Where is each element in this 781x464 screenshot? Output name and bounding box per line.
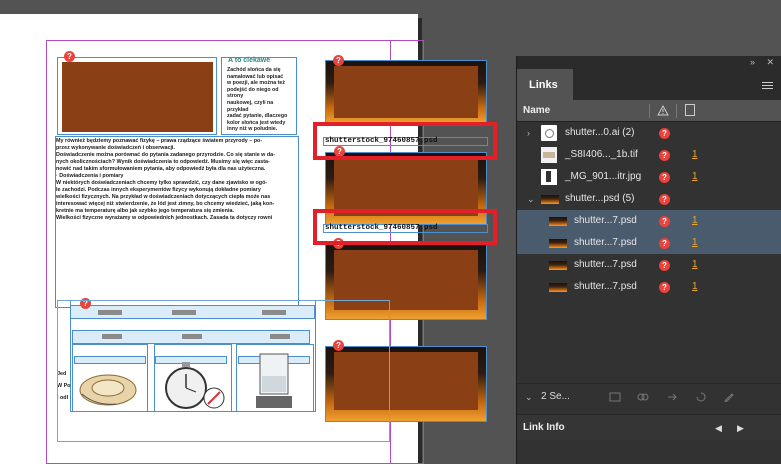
selection-count: 2 Se... xyxy=(541,391,570,402)
tab-strip xyxy=(573,69,781,101)
highlight-box xyxy=(313,209,497,245)
panel-menu-icon[interactable] xyxy=(762,82,773,89)
page-number-link[interactable]: 1 xyxy=(692,166,698,188)
tab-links[interactable]: Links xyxy=(517,69,573,101)
page-number-link[interactable]: 1 xyxy=(692,144,698,166)
missing-link-icon: ? xyxy=(659,260,670,271)
chevron-right-icon[interactable]: › xyxy=(527,122,530,144)
chevron-down-icon[interactable]: ⌄ xyxy=(525,384,533,410)
link-info-label: Link Info xyxy=(523,422,565,433)
aside-title: A to ciekawe xyxy=(228,57,271,64)
page-number-link[interactable]: 1 xyxy=(692,210,698,232)
file-thumbnail xyxy=(541,195,559,204)
go-to-link-icon[interactable] xyxy=(667,392,679,402)
warning-icon[interactable] xyxy=(657,105,669,116)
edit-original-icon[interactable] xyxy=(723,392,735,402)
aside-box: A to ciekawe Zachód słońca da się namalo… xyxy=(222,57,296,137)
file-thumbnail xyxy=(541,147,557,163)
collapse-icon[interactable]: » xyxy=(750,56,755,69)
link-name: shutter...7.psd xyxy=(574,215,637,226)
panel-title-bar: » ✕ xyxy=(517,56,781,69)
link-name: shutter...psd (5) xyxy=(565,193,635,204)
list-item[interactable]: shutter...7.psd ? 1 xyxy=(517,276,781,298)
link-name: _S8I406..._1b.tif xyxy=(565,149,638,160)
relink-icon[interactable] xyxy=(637,392,649,402)
missing-link-icon: ? xyxy=(659,238,670,249)
list-item[interactable]: shutter...7.psd ? 1 xyxy=(517,254,781,276)
missing-image-placeholder[interactable] xyxy=(334,66,478,118)
link-name: shutter...7.psd xyxy=(574,259,637,270)
link-name: _MG_901...itr.jpg xyxy=(565,171,642,182)
file-thumbnail xyxy=(541,125,557,141)
missing-link-icon: ? xyxy=(659,172,670,183)
file-thumbnail xyxy=(541,169,557,185)
close-icon[interactable]: ✕ xyxy=(766,56,774,69)
previous-arrow-icon[interactable]: ◀ xyxy=(715,415,722,441)
list-item[interactable]: _S8I406..._1b.tif ? 1 xyxy=(517,144,781,166)
list-item[interactable]: shutter...7.psd ? 1 xyxy=(517,210,781,232)
chevron-down-icon[interactable]: ⌄ xyxy=(527,188,535,210)
missing-link-icon[interactable]: ? xyxy=(333,55,344,66)
list-item[interactable]: shutter...7.psd ? 1 xyxy=(517,232,781,254)
page-number-link[interactable]: 1 xyxy=(692,232,698,254)
missing-link-icon: ? xyxy=(659,216,670,227)
missing-link-icon: ? xyxy=(659,282,670,293)
aside-text: Zachód słońca da się namalować lub opisa… xyxy=(227,67,288,133)
file-thumbnail xyxy=(549,239,567,248)
update-link-icon[interactable] xyxy=(695,392,707,402)
missing-link-icon: ? xyxy=(659,128,670,139)
file-thumbnail xyxy=(549,261,567,270)
panel-footer: ⌄ 2 Se... xyxy=(517,383,781,409)
column-divider xyxy=(649,104,650,118)
list-item[interactable]: › shutter...0.ai (2) ? xyxy=(517,122,781,144)
name-column-header[interactable]: Name xyxy=(523,100,550,122)
next-arrow-icon[interactable]: ▶ xyxy=(737,415,744,441)
link-info-section[interactable]: Link Info ◀ ▶ xyxy=(517,414,781,440)
highlight-box xyxy=(313,122,497,160)
missing-link-icon[interactable]: ? xyxy=(64,51,75,62)
page-number-link[interactable]: 1 xyxy=(692,276,698,298)
link-name: shutter...7.psd xyxy=(574,237,637,248)
missing-link-icon: ? xyxy=(659,150,670,161)
relink-from-cc-icon[interactable] xyxy=(609,392,621,402)
page-icon[interactable] xyxy=(685,104,695,116)
file-thumbnail xyxy=(549,283,567,292)
body-text: My również będziemy poznawać fizykę – pr… xyxy=(56,138,275,221)
column-header: Name xyxy=(517,100,781,122)
links-panel: » ✕ Links Name › shutter...0.ai (2) ? _S… xyxy=(516,56,781,464)
list-item[interactable]: ⌄ shutter...psd (5) ? xyxy=(517,188,781,210)
column-divider xyxy=(676,104,677,118)
link-name: shutter...0.ai (2) xyxy=(565,127,635,138)
list-item[interactable]: _MG_901...itr.jpg ? 1 xyxy=(517,166,781,188)
missing-link-icon: ? xyxy=(659,194,670,205)
missing-image-placeholder[interactable] xyxy=(334,158,478,216)
text-frame[interactable] xyxy=(57,300,390,442)
page-number-link[interactable]: 1 xyxy=(692,254,698,276)
link-name: shutter...7.psd xyxy=(574,281,637,292)
file-thumbnail xyxy=(549,217,567,226)
missing-image-placeholder[interactable] xyxy=(62,62,213,132)
